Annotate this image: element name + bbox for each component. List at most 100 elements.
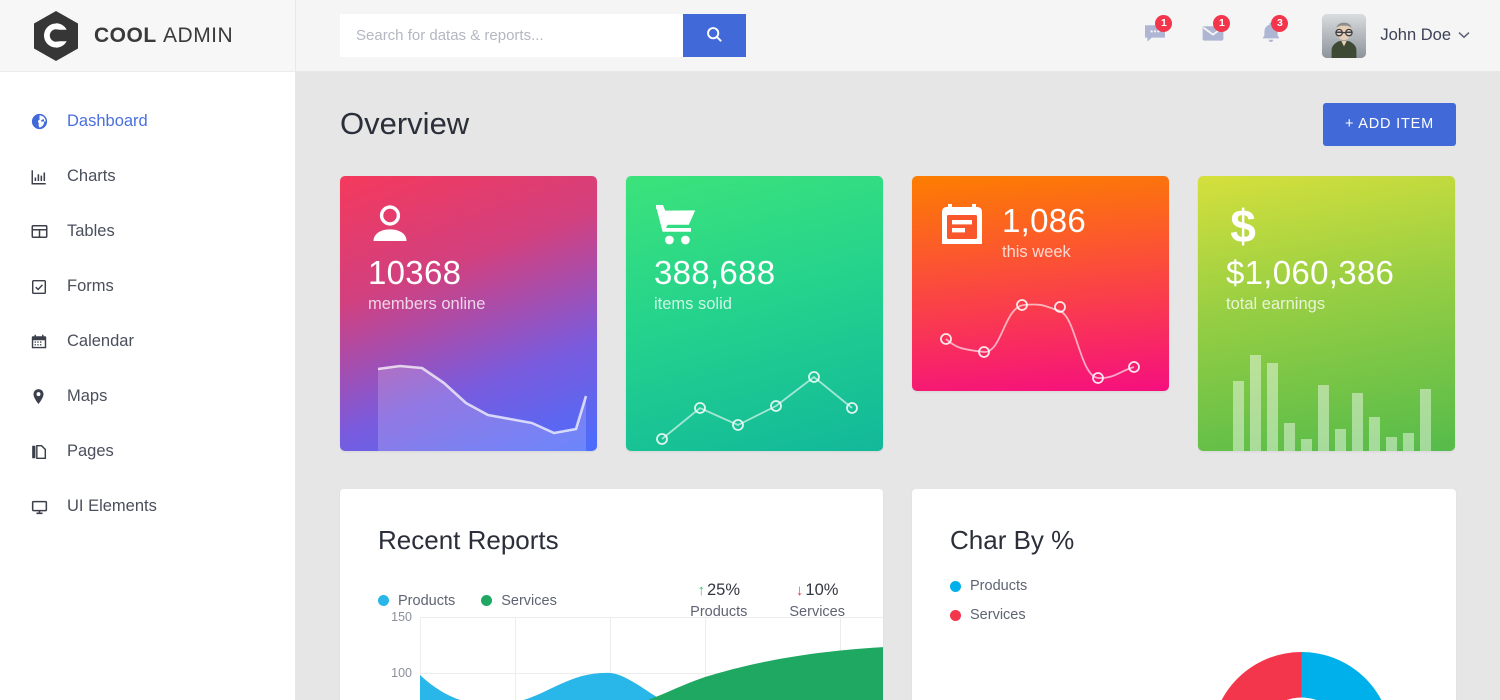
sidebar-item-forms[interactable]: Forms [0,259,295,314]
stat-label: total earnings [1226,294,1326,313]
person-icon [368,202,569,248]
panel-title: Recent Reports [378,525,559,555]
this-week-sparkline [912,281,1169,391]
legend-dot-services [481,595,493,606]
mail-notification-button[interactable]: 1 [1184,14,1242,58]
stat-cards-row: 10368 members online 388,688 items solid… [340,176,1456,451]
search-bar [340,14,746,57]
items-solid-sparkline [626,336,883,451]
topbar: 1 1 [296,0,1500,72]
sidebar-item-calendar[interactable]: Calendar [0,314,295,369]
sidebar-item-label: Pages [67,442,114,460]
sidebar-item-charts[interactable]: Charts [0,149,295,204]
panels-row: Recent Reports Products Services ↑ 25% P… [340,489,1456,700]
copy-pages-icon [30,443,58,461]
main-region: 1 1 [296,0,1500,700]
delta-value-row: ↓ 10% [789,581,845,600]
sidebar-item-pages[interactable]: Pages [0,424,295,479]
search-input[interactable] [340,14,683,57]
brand-name-light: ADMIN [163,23,234,47]
svg-text:$: $ [1230,200,1256,248]
chevron-down-icon [1458,30,1470,42]
chart-plot [420,617,883,700]
sidebar-item-label: UI Elements [67,497,157,515]
search-icon [705,25,724,47]
sidebar-item-label: Dashboard [67,112,148,130]
content-area: Overview + ADD ITEM 10368 members online [296,72,1500,700]
char-by-percent-legend: Products Services [950,578,1418,623]
add-item-button[interactable]: + ADD ITEM [1323,102,1456,146]
legend-label: Products [398,592,456,609]
legend-item-products[interactable]: Products [950,578,1392,594]
arrow-down-icon: ↓ [795,582,804,599]
stat-label: this week [1002,242,1071,261]
y-axis-tick: 100 [391,666,412,680]
chat-badge-count: 1 [1155,14,1173,32]
recent-reports-legend: Products Services ↑ 25% Products ↓ 10% S… [378,581,845,620]
monitor-icon [30,498,58,516]
sidebar-nav: Dashboard Charts Tables Forms Calendar M… [0,72,295,534]
delta-services: ↓ 10% Services [789,581,845,620]
search-button[interactable] [683,14,746,57]
calendar-icon [940,202,984,255]
legend-dot-products [950,580,961,592]
bar-chart-icon [30,168,58,186]
recent-reports-header: Recent Reports Products Services ↑ 25% P… [340,489,883,620]
legend-item-services[interactable]: Services [950,607,1392,623]
stat-value: 10368 [368,254,462,291]
recent-reports-panel: Recent Reports Products Services ↑ 25% P… [340,489,883,700]
stat-card-items-solid[interactable]: 388,688 items solid [626,176,883,451]
legend-item-products[interactable]: Products [378,593,455,609]
panel-title: Char By % [950,525,1075,555]
avatar [1322,13,1367,58]
brand-text: COOL ADMIN [94,24,233,48]
char-by-percent-header: Char By % Products Services [912,489,1456,623]
sidebar-item-label: Calendar [67,332,134,350]
brand-logo[interactable]: COOL ADMIN [0,0,295,72]
legend-dot-products [378,595,389,606]
stat-label: members online [368,294,486,313]
arrow-up-icon: ↑ [697,582,706,599]
char-by-percent-panel: Char By % Products Services [912,489,1456,700]
user-menu[interactable]: John Doe [1322,13,1470,58]
map-pin-icon [30,388,58,406]
delta-products: ↑ 25% Products [690,581,747,620]
delta-value: 10% [805,581,839,599]
sidebar-item-label: Charts [67,167,116,185]
stat-card-total-earnings[interactable]: $ $1,060,386 total earnings [1198,176,1455,451]
total-earnings-sparkline [1198,351,1455,451]
table-grid-icon [30,222,58,241]
legend-label: Services [501,592,557,609]
sidebar-item-label: Tables [67,222,115,240]
stat-label: items solid [654,294,732,313]
legend-item-services[interactable]: Services [481,593,557,609]
sidebar-item-maps[interactable]: Maps [0,369,295,424]
chat-notification-button[interactable]: 1 [1126,14,1184,58]
char-by-percent-donut [1199,640,1404,700]
topbar-actions: 1 1 3 John Doe [1126,13,1470,58]
stat-card-members-online[interactable]: 10368 members online [340,176,597,451]
user-name: John Doe [1380,26,1451,44]
delta-value-row: ↑ 25% [690,581,747,600]
sidebar-item-label: Forms [67,277,114,295]
sidebar: COOL ADMIN Dashboard Charts Tables Forms… [0,0,296,700]
sidebar-item-label: Maps [67,387,108,405]
stat-inline-group: 1,086 this week [940,202,1141,262]
sidebar-item-tables[interactable]: Tables [0,204,295,259]
page-title: Overview [340,106,470,141]
sidebar-item-dashboard[interactable]: Dashboard [0,94,295,149]
sidebar-item-ui-elements[interactable]: UI Elements [0,479,295,534]
legend-label: Products [970,578,1028,594]
bell-notification-button[interactable]: 3 [1242,14,1300,58]
hexagon-c-logo-icon [32,10,80,62]
delta-value: 25% [707,581,741,599]
legend-dot-services [950,609,961,621]
members-online-sparkline [340,341,597,451]
recent-reports-deltas: ↑ 25% Products ↓ 10% Services [690,581,845,620]
bell-badge-count: 3 [1271,14,1289,32]
calendar-icon [30,333,58,351]
stat-card-this-week[interactable]: 1,086 this week [912,176,1169,391]
dashboard-gauge-icon [30,112,58,131]
y-axis-tick: 150 [391,610,412,624]
brand-name-bold: COOL [94,23,157,47]
